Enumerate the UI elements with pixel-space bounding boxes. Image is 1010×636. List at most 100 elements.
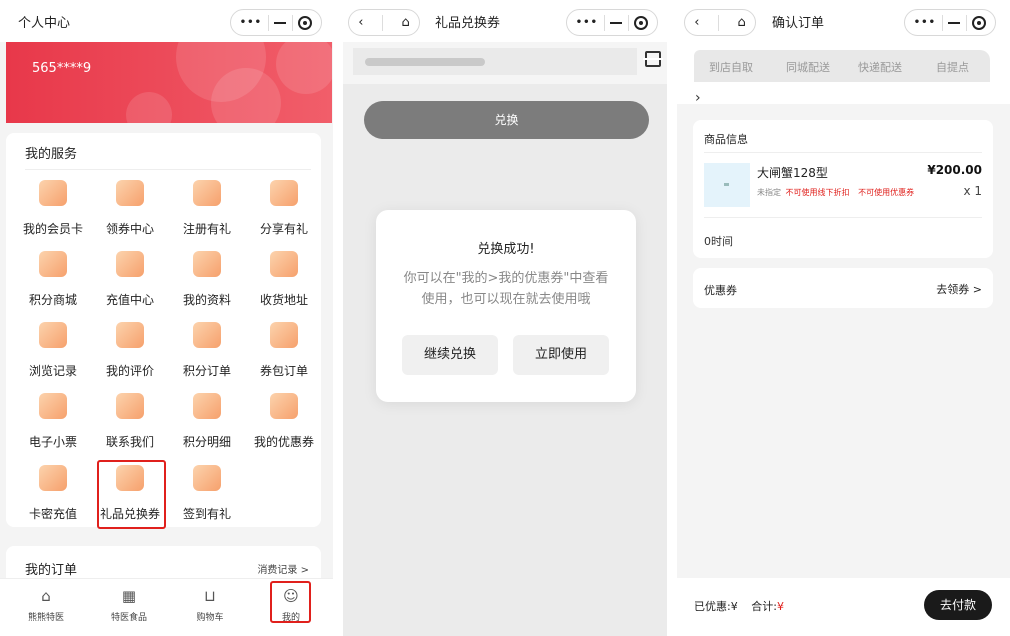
total-label: 合计:: [751, 600, 777, 613]
recharge-icon: [116, 251, 144, 277]
user-banner: 565****9: [6, 42, 332, 123]
service-item[interactable]: 领券中心: [92, 175, 168, 241]
service-item[interactable]: 收货地址: [246, 246, 322, 312]
home-icon[interactable]: ⌂: [737, 15, 745, 30]
star-icon: [193, 322, 221, 348]
service-item[interactable]: 积分商城: [15, 246, 91, 312]
service-item[interactable]: 我的资料: [169, 246, 245, 312]
scan-icon[interactable]: [643, 51, 663, 67]
my-coupon-icon: [270, 393, 298, 419]
page-title: 礼品兑换券: [435, 15, 501, 31]
miniprogram-capsule: •••: [230, 9, 322, 36]
product-price: ¥200.00: [927, 163, 982, 177]
service-label: 联系我们: [105, 435, 154, 449]
more-icon[interactable]: •••: [240, 17, 262, 28]
product-tags: 未指定 不可使用线下折扣 不可使用优惠券: [757, 188, 915, 197]
comment-icon: [116, 322, 144, 348]
pay-button[interactable]: 去付款: [924, 590, 992, 620]
tab-cart[interactable]: ⊔ 购物车: [178, 579, 242, 636]
tab-express-delivery[interactable]: 快递配送: [858, 59, 902, 75]
service-item[interactable]: 注册有礼: [169, 175, 245, 241]
service-label: 我的评价: [105, 364, 154, 378]
redeem-button[interactable]: 兑换: [364, 101, 649, 139]
page-title: 个人中心: [18, 15, 71, 31]
continue-redeem-button[interactable]: 继续兑换: [402, 335, 498, 375]
success-modal: 兑换成功! 你可以在"我的>我的优惠券"中查看使用，也可以现在就去使用哦 继续兑…: [376, 210, 636, 402]
product-image: [704, 163, 750, 207]
close-miniprogram-icon[interactable]: [298, 15, 313, 30]
consumption-record-link[interactable]: 消费记录 >: [257, 561, 309, 576]
top-bar: ‹ ⌂ 礼品兑换券 •••: [343, 0, 667, 42]
service-item[interactable]: 充值中心: [92, 246, 168, 312]
service-item[interactable]: 我的评价: [92, 317, 168, 383]
total-amount: ¥: [776, 600, 784, 613]
service-label: 浏览记录: [28, 364, 77, 378]
tab-pickup-point[interactable]: 自提点: [936, 59, 969, 75]
service-item[interactable]: 积分订单: [169, 317, 245, 383]
card-icon: [39, 465, 67, 491]
tab-foods[interactable]: ▦ 特医食品: [97, 579, 161, 636]
footprint-icon: [39, 322, 67, 348]
location-pin-icon: [270, 251, 298, 277]
product-quantity: x 1: [963, 184, 982, 198]
get-coupon-link[interactable]: 去领券 >: [936, 281, 982, 297]
modal-title: 兑换成功!: [477, 242, 535, 257]
services-title: 我的服务: [25, 147, 78, 162]
minimize-icon[interactable]: [610, 21, 623, 24]
profile-doc-icon: [193, 251, 221, 277]
nav-pill: ‹ ⌂: [684, 9, 756, 36]
more-icon[interactable]: •••: [914, 17, 936, 28]
service-label: 积分订单: [182, 364, 231, 378]
coupon-row[interactable]: 优惠券 去领券 >: [693, 268, 993, 308]
page-title: 确认订单: [772, 15, 825, 31]
pickup-time[interactable]: 0时间: [704, 233, 733, 249]
service-item[interactable]: 分享有礼: [246, 175, 322, 241]
service-item[interactable]: 我的优惠券: [246, 388, 322, 454]
more-icon[interactable]: •••: [576, 17, 598, 28]
service-label: 签到有礼: [182, 507, 231, 521]
highlight-box-gift-voucher: [97, 460, 166, 529]
minimize-icon[interactable]: [948, 21, 961, 24]
service-label: 我的会员卡: [22, 222, 83, 236]
service-item[interactable]: 签到有礼: [169, 460, 245, 526]
close-miniprogram-icon[interactable]: [972, 15, 987, 30]
service-item[interactable]: 积分明细: [169, 388, 245, 454]
top-bar: ‹ ⌂ 确认订单 •••: [677, 0, 1010, 42]
service-item[interactable]: 联系我们: [92, 388, 168, 454]
back-icon[interactable]: ‹: [358, 15, 363, 30]
voucher-code-input[interactable]: [353, 48, 637, 75]
miniprogram-capsule: •••: [566, 9, 658, 36]
orders-title: 我的订单: [25, 563, 78, 578]
tab-home[interactable]: ⌂ 熊熊特医: [14, 579, 78, 636]
tab-store-pickup[interactable]: 到店自取: [709, 59, 753, 75]
back-icon[interactable]: ‹: [694, 15, 699, 30]
service-label: 领券中心: [105, 222, 154, 236]
service-label: 我的优惠券: [253, 435, 314, 449]
use-now-button[interactable]: 立即使用: [513, 335, 609, 375]
service-label: 电子小票: [28, 435, 77, 449]
points-detail-icon: [193, 393, 221, 419]
chevron-right-icon[interactable]: ›: [695, 90, 701, 106]
service-label: 分享有礼: [259, 222, 308, 236]
service-item[interactable]: 浏览记录: [15, 317, 91, 383]
cart-icon: ⊔: [204, 587, 216, 605]
service-item[interactable]: 我的会员卡: [15, 175, 91, 241]
service-item[interactable]: 电子小票: [15, 388, 91, 454]
crown-icon: [39, 180, 67, 206]
service-item[interactable]: 券包订单: [246, 317, 322, 383]
phone-icon: [116, 393, 144, 419]
product-section-title: 商品信息: [704, 133, 748, 146]
tab-city-delivery[interactable]: 同城配送: [786, 59, 830, 75]
service-label: 收货地址: [259, 293, 308, 307]
minimize-icon[interactable]: [274, 21, 287, 24]
close-miniprogram-icon[interactable]: [634, 15, 649, 30]
service-label: 券包订单: [259, 364, 308, 378]
confirm-order-screen: ‹ ⌂ 确认订单 ••• 到店自取 同城配送 快递配送 自提点 › 商品信息 大…: [677, 0, 1010, 636]
service-label: 卡密充值: [28, 507, 77, 521]
home-icon[interactable]: ⌂: [401, 15, 409, 30]
service-item[interactable]: 卡密充值: [15, 460, 91, 526]
user-phone[interactable]: 565****9: [32, 61, 91, 76]
service-label: 注册有礼: [182, 222, 231, 236]
discount-text: 已优惠:¥: [694, 600, 738, 613]
ticket-icon: [116, 180, 144, 206]
